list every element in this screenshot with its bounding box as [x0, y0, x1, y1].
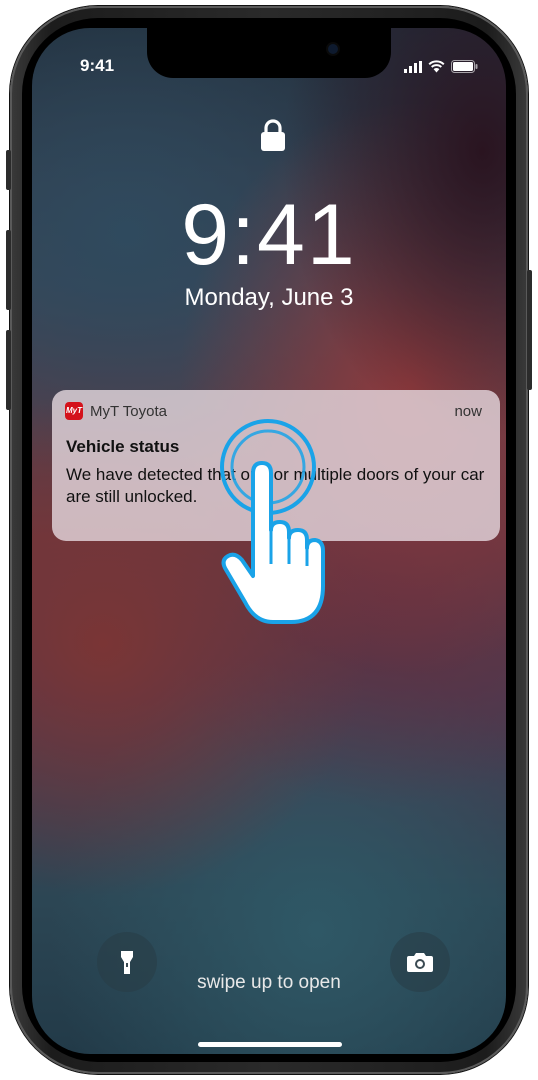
- wifi-icon: [428, 60, 445, 73]
- battery-icon: [451, 60, 478, 73]
- front-camera: [328, 44, 338, 54]
- side-button-volume-down: [6, 330, 11, 410]
- app-icon: MyT: [65, 402, 83, 420]
- notch: [147, 28, 391, 78]
- tap-hand-icon: [220, 419, 325, 624]
- notification-time: now: [454, 403, 482, 420]
- lock-screen-time: 9:41: [181, 187, 357, 283]
- signal-icon: [404, 61, 422, 73]
- lock-screen: 9:41 9:41 Monday, June 3 MyT MyT Toyota …: [32, 28, 506, 1054]
- side-button-volume-up: [6, 230, 11, 310]
- lock-icon: [261, 119, 285, 151]
- notification-app-name: MyT Toyota: [90, 403, 167, 420]
- swipe-hint: swipe up to open: [197, 972, 341, 993]
- side-button-silent: [6, 150, 11, 190]
- notification-title: Vehicle status: [66, 437, 180, 456]
- status-icons: [404, 60, 478, 73]
- side-button-power: [527, 270, 532, 390]
- lock-screen-date: Monday, June 3: [184, 284, 354, 311]
- status-time: 9:41: [80, 56, 115, 75]
- home-indicator[interactable]: [198, 1042, 342, 1047]
